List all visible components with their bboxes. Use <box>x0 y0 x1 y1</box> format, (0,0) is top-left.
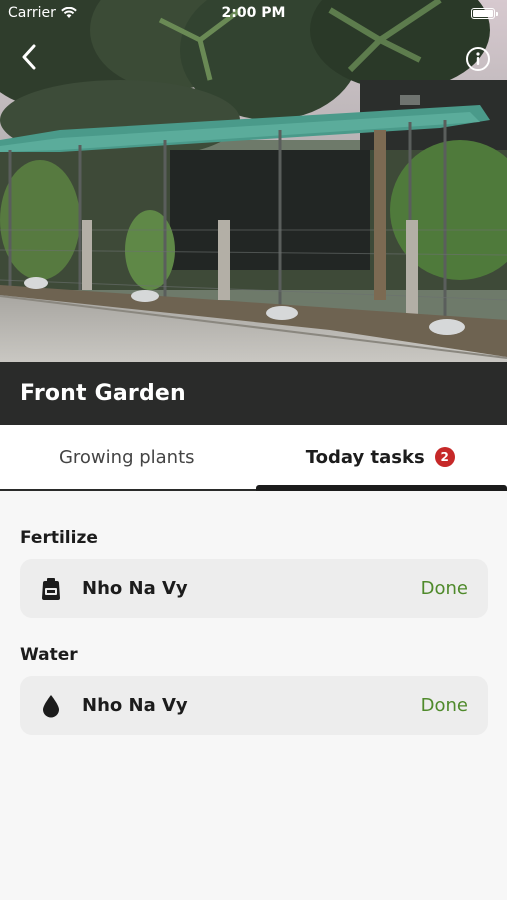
task-card-water[interactable]: Nho Na Vy Done <box>20 676 488 735</box>
battery-icon <box>471 8 498 19</box>
done-button[interactable]: Done <box>421 578 468 599</box>
done-button[interactable]: Done <box>421 695 468 716</box>
info-icon <box>466 47 490 71</box>
status-bar: Carrier 2:00 PM <box>0 0 507 28</box>
status-time: 2:00 PM <box>221 5 286 21</box>
tab-label: Today tasks <box>305 446 425 468</box>
garden-title-bar: Front Garden <box>0 362 507 425</box>
tab-growing-plants[interactable]: Growing plants <box>0 425 254 489</box>
tab-bar: Growing plants Today tasks 2 <box>0 425 507 491</box>
chevron-left-icon <box>22 44 36 70</box>
selected-tab-indicator <box>255 485 507 491</box>
section-title-water: Water <box>20 645 78 665</box>
tab-today-tasks[interactable]: Today tasks 2 <box>254 425 507 491</box>
task-plant-name: Nho Na Vy <box>82 578 188 599</box>
task-count-badge: 2 <box>434 447 455 467</box>
garden-photo: Carrier 2:00 PM <box>0 0 507 362</box>
fertilizer-jug-icon <box>40 577 62 601</box>
task-plant-name: Nho Na Vy <box>82 695 188 716</box>
back-button[interactable] <box>12 40 46 74</box>
task-card-fertilize[interactable]: Nho Na Vy Done <box>20 559 488 618</box>
water-drop-icon <box>40 694 62 718</box>
section-title-fertilize: Fertilize <box>20 528 98 548</box>
garden-photo-illustration <box>0 0 507 362</box>
tab-label: Growing plants <box>58 446 195 468</box>
page-title: Front Garden <box>20 381 186 406</box>
info-button[interactable] <box>463 44 493 74</box>
